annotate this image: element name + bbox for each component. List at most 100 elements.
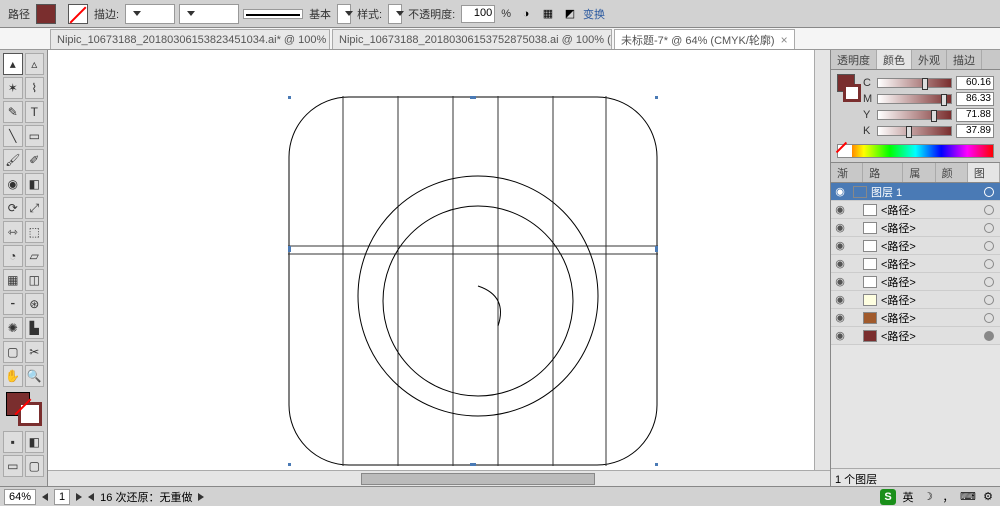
slider-value[interactable]: 60.16 <box>956 76 994 90</box>
visibility-icon[interactable]: ◉ <box>831 275 849 288</box>
paintbrush-tool[interactable]: 🖌 <box>3 149 23 171</box>
brush-dropdown[interactable] <box>337 4 351 24</box>
layer-row[interactable]: ◉ <路径> <box>831 273 1000 291</box>
stroke-weight-dropdown[interactable] <box>125 4 175 24</box>
layer-name[interactable]: <路径> <box>881 310 978 326</box>
comma-icon[interactable]: ， <box>940 489 956 505</box>
slider-value[interactable]: 71.88 <box>956 108 994 122</box>
opacity-input[interactable]: 100 <box>461 5 495 23</box>
target-icon[interactable] <box>984 187 994 197</box>
close-icon[interactable]: × <box>781 33 788 47</box>
rectangle-tool[interactable]: ▭ <box>25 125 45 147</box>
layer-name[interactable]: <路径> <box>881 328 978 344</box>
lasso-tool[interactable]: ⌇ <box>25 77 45 99</box>
panel-tab[interactable]: 图层 <box>968 163 1000 182</box>
target-icon[interactable] <box>984 241 994 251</box>
blend-tool[interactable]: ⊛ <box>25 293 45 315</box>
scrollbar-thumb[interactable] <box>361 473 596 485</box>
visibility-icon[interactable]: ◉ <box>831 185 849 198</box>
visibility-icon[interactable]: ◉ <box>831 239 849 252</box>
next-page-icon[interactable] <box>76 493 82 501</box>
layer-name[interactable]: <路径> <box>881 274 978 290</box>
layer-row[interactable]: ◉ 图层 1 <box>831 183 1000 201</box>
slice-tool[interactable]: ✂ <box>25 341 45 363</box>
gradient-mode[interactable]: ◧ <box>25 431 45 453</box>
type-tool[interactable]: T <box>25 101 45 123</box>
recolor-icon[interactable]: ◑ <box>517 5 535 23</box>
transform-icon[interactable]: ◩ <box>561 5 579 23</box>
style-dropdown[interactable] <box>388 4 402 24</box>
color-mode[interactable]: ▪ <box>3 431 23 453</box>
page-input[interactable]: 1 <box>54 489 70 505</box>
layer-row[interactable]: ◉<路径> <box>831 201 1000 219</box>
align-icon[interactable]: ▦ <box>539 5 557 23</box>
visibility-icon[interactable]: ◉ <box>831 293 849 306</box>
panel-tab[interactable]: 描边 <box>947 50 982 69</box>
hand-tool[interactable]: ✋ <box>3 365 23 387</box>
var-width-dropdown[interactable] <box>179 4 239 24</box>
layer-name[interactable]: <路径> <box>881 238 978 254</box>
zoom-level[interactable]: 64% <box>4 489 36 505</box>
screen-mode[interactable]: ▭ <box>3 455 23 477</box>
prev-page-icon[interactable] <box>42 493 48 501</box>
symbol-sprayer-tool[interactable]: ✺ <box>3 317 23 339</box>
target-icon[interactable] <box>984 223 994 233</box>
scrollbar-vertical[interactable] <box>814 50 830 470</box>
panel-tab[interactable]: 属性 <box>903 163 935 182</box>
fill-swatch[interactable] <box>36 4 56 24</box>
fill-stroke-well[interactable] <box>4 392 43 426</box>
none-color-icon[interactable] <box>838 145 852 157</box>
layer-row[interactable]: ◉ <路径> <box>831 327 1000 345</box>
layer-row[interactable]: ◉<路径> <box>831 255 1000 273</box>
layer-name[interactable]: 图层 1 <box>871 184 978 200</box>
panel-tab[interactable]: 外观 <box>912 50 947 69</box>
redo-next-icon[interactable] <box>198 493 204 501</box>
scrollbar-horizontal[interactable] <box>48 470 830 486</box>
panel-tab[interactable]: 透明度 <box>831 50 877 69</box>
ime-icon[interactable]: S <box>880 489 896 505</box>
layer-row[interactable]: ◉ <路径> <box>831 237 1000 255</box>
visibility-icon[interactable]: ◉ <box>831 257 849 270</box>
gear-icon[interactable]: ⚙ <box>980 489 996 505</box>
eyedropper-tool[interactable]: ⁃ <box>3 293 23 315</box>
target-icon[interactable] <box>984 331 994 341</box>
panel-tab[interactable]: 渐变 <box>831 163 863 182</box>
line-tool[interactable]: ╲ <box>3 125 23 147</box>
target-icon[interactable] <box>984 313 994 323</box>
document-tab[interactable]: 未标题-7* @ 64% (CMYK/轮廓)× <box>614 29 795 49</box>
document-tab[interactable]: Nipic_10673188_20180306153823451034.ai* … <box>50 29 330 49</box>
layer-row[interactable]: ◉ <路径> <box>831 219 1000 237</box>
target-icon[interactable] <box>984 259 994 269</box>
canvas[interactable] <box>48 50 830 470</box>
visibility-icon[interactable]: ◉ <box>831 329 849 342</box>
magic-wand-tool[interactable]: ✶ <box>3 77 23 99</box>
artboard-tool[interactable]: ▢ <box>3 341 23 363</box>
layer-row[interactable]: ◉<路径> <box>831 309 1000 327</box>
panel-tab[interactable]: 颜色 <box>877 50 912 69</box>
panel-stroke-swatch[interactable] <box>843 84 861 102</box>
slider-bar[interactable] <box>877 78 952 88</box>
mesh-tool[interactable]: ▦ <box>3 269 23 291</box>
layer-name[interactable]: <路径> <box>881 220 978 236</box>
ime-lang[interactable]: 英 <box>900 489 916 505</box>
transform-link[interactable]: 变换 <box>583 6 605 22</box>
layer-name[interactable]: <路径> <box>881 202 978 218</box>
target-icon[interactable] <box>984 205 994 215</box>
direct-selection-tool[interactable]: ▵ <box>25 53 45 75</box>
stroke-color[interactable] <box>18 402 42 426</box>
stroke-swatch[interactable] <box>68 4 88 24</box>
scale-tool[interactable]: ⤢ <box>25 197 45 219</box>
panel-tab[interactable]: 路径... <box>863 163 903 182</box>
target-icon[interactable] <box>984 277 994 287</box>
eraser-tool[interactable]: ◧ <box>25 173 45 195</box>
slider-bar[interactable] <box>877 94 952 104</box>
layer-name[interactable]: <路径> <box>881 292 978 308</box>
zoom-tool[interactable]: 🔍 <box>25 365 45 387</box>
visibility-icon[interactable]: ◉ <box>831 221 849 234</box>
free-transform-tool[interactable]: ⬚ <box>25 221 45 243</box>
shape-builder-tool[interactable]: ◔ <box>3 245 23 267</box>
moon-icon[interactable]: ☽ <box>920 489 936 505</box>
blob-brush-tool[interactable]: ◉ <box>3 173 23 195</box>
slider-bar[interactable] <box>877 126 952 136</box>
target-icon[interactable] <box>984 295 994 305</box>
